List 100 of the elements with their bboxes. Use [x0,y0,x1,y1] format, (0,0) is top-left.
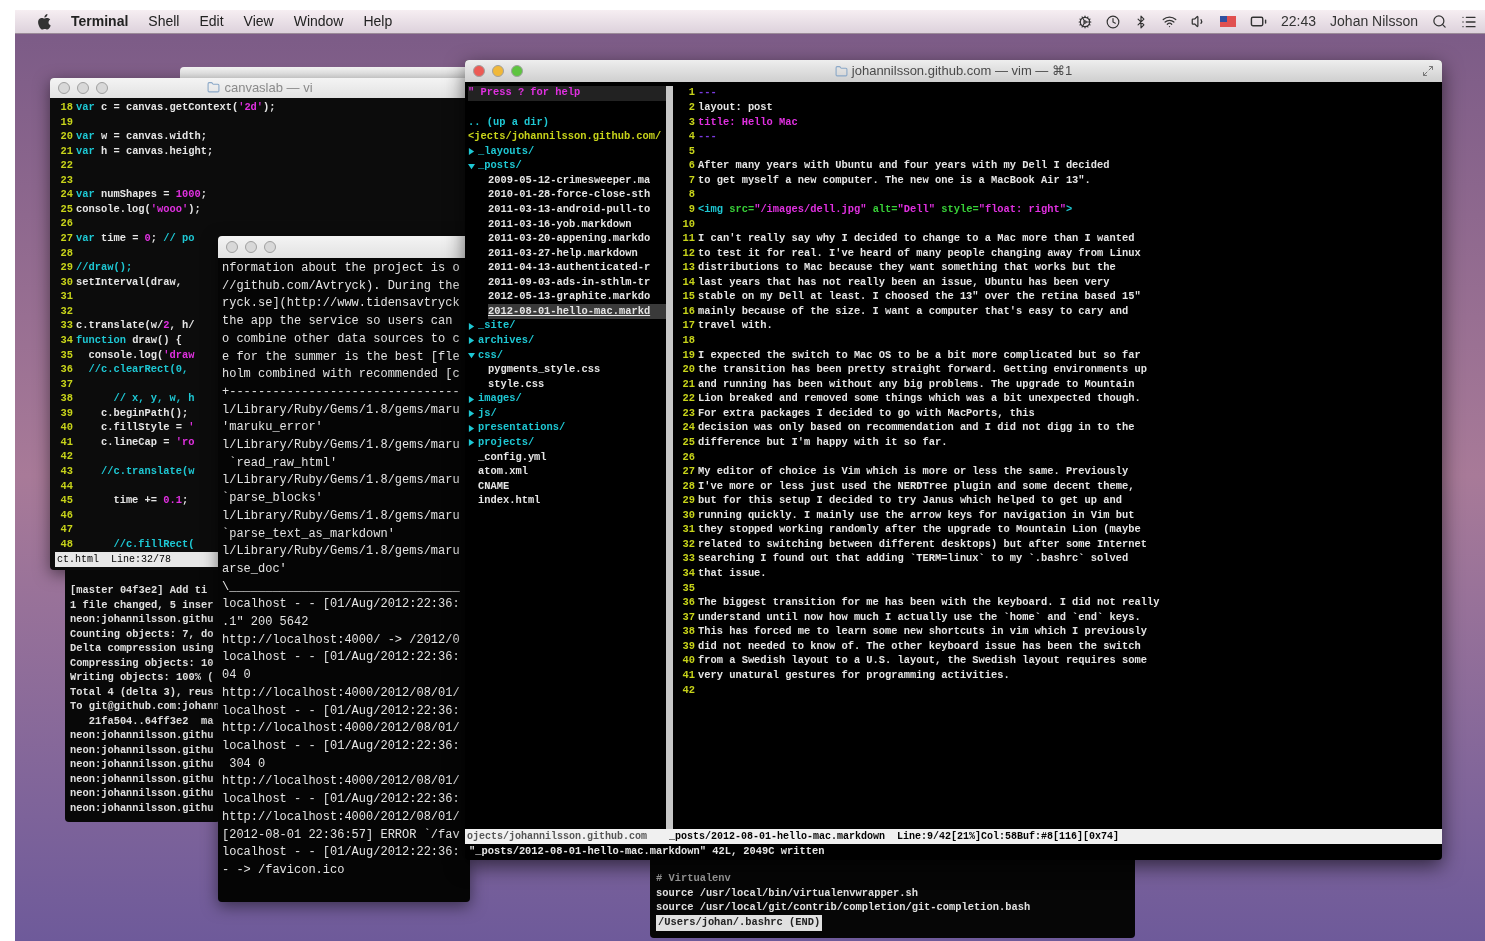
line-number: 37 [681,609,695,625]
file-item[interactable]: 2011-04-13-authenticated-r [488,260,666,276]
folder-item[interactable]: archives/ [468,333,666,349]
code-line: This has forced me to learn some new shortcuts in vim which I previously [698,624,1147,640]
line-number: 42 [681,682,695,698]
file-item[interactable]: 2012-05-13-graphite.markdo [488,289,666,305]
file-item[interactable]: index.html [468,493,666,509]
parent-directory-item[interactable]: .. (up a dir) [468,115,666,130]
line-number: 28 [681,478,695,494]
folder-item[interactable]: images/ [468,391,666,407]
file-item[interactable]: _config.yml [468,450,666,465]
menu-item[interactable]: View [243,11,274,32]
terminal-line: holm combined with recommended [c [222,366,461,384]
folder-item[interactable]: presentations/ [468,420,666,436]
line-number: 9 [687,202,695,217]
line-number: 24 [59,187,73,203]
fullscreen-icon[interactable] [1422,65,1434,77]
menu-item[interactable]: Help [363,11,393,32]
file-item[interactable]: pygments_style.css [488,362,666,378]
file-item[interactable]: 2011-03-13-android-pull-to [488,202,666,218]
folder-item[interactable]: _layouts/ [468,144,666,159]
folder-item[interactable]: projects/ [468,435,666,451]
line-number: 32 [59,303,73,319]
terminal-line: 1 file changed, 5 inser [70,597,215,612]
file-item[interactable]: 2009-05-12-crimesweeper.ma [488,173,666,188]
file-item[interactable]: 2012-08-01-hello-mac.markd [488,304,666,319]
wifi-icon[interactable] [1162,14,1177,29]
line-number: 37 [59,376,73,392]
terminal-line: `parse_text_as_markdown' [222,525,396,543]
code-line: For extra packages I decided to go with MacPorts, this [698,405,1035,421]
file-item[interactable]: 2011-09-03-ads-in-sthlm-tr [488,275,666,290]
file-item[interactable]: style.css [488,377,666,392]
line-number: 29 [59,260,73,276]
folder-item[interactable]: js/ [468,406,666,421]
menu-item[interactable]: Shell [148,11,180,32]
terminal-line: To git@github.com:johann [70,699,220,714]
window-zoom-button[interactable] [264,241,276,253]
code-line: console.log('draw [87,347,195,363]
terminal-line: http://localhost:4000/2012/08/01/ [222,684,461,702]
terminal-line: Counting objects: 7, do [70,626,215,641]
terminal-line: l/Library/Ruby/Gems/1.8/gems/maru [222,401,461,419]
folder-item[interactable]: _site/ [468,319,666,334]
terminal-line: `parse_blocks' [222,490,324,508]
line-number: 1 [687,85,695,101]
file-item[interactable]: atom.xml [468,464,666,480]
code-line: last years that has not really been an issue, Ubuntu has been very [698,274,1110,290]
apple-icon[interactable] [37,13,51,30]
line-number: 31 [59,289,73,305]
search-icon[interactable] [1432,14,1447,29]
window-zoom-button[interactable] [96,81,108,94]
window-zoom-button[interactable] [511,65,523,77]
window-minimize-button[interactable] [245,241,257,253]
line-number: 24 [681,420,695,436]
file-item[interactable]: 2011-03-27-help.markdown [488,246,666,261]
folder-icon [207,81,221,95]
gear-icon[interactable] [1078,14,1092,29]
file-item[interactable]: 2010-01-28-force-close-sth [488,187,666,203]
terminal-line: [master 04f3e2] Add ti [70,583,209,598]
file-item[interactable]: 2011-03-20-appening.markdo [488,231,666,247]
terminal-line: localhost - - [01/Aug/2012:22:36: [222,596,461,614]
folder-item[interactable]: css/ [468,348,666,363]
window-close-button[interactable] [473,65,485,77]
code-line: c.lineCap = 'ro [99,434,195,450]
code-line: var c = canvas.getContext('2d'); [76,100,276,115]
line-number: 20 [681,362,695,378]
file-item[interactable]: 2011-03-16-yob.markdown [488,217,666,232]
menu-item[interactable]: Edit [199,11,224,32]
terminal-line: localhost - - [01/Aug/2012:22:36: [222,649,461,667]
menu-item[interactable]: Window [293,11,344,32]
line-number: 26 [59,216,73,232]
menu-clock[interactable]: 22:43 [1281,11,1317,32]
line-number: 29 [681,493,695,509]
line-number: 42 [59,449,73,465]
file-item[interactable]: CNAME [468,479,666,494]
terminal-line: ryck.se](http://www.tidensavtryck [222,295,461,313]
menu-item[interactable]: Terminal [71,11,129,32]
user-name[interactable]: Johan Nilsson [1330,11,1418,32]
code-line: difference but I'm happy with it so far. [698,435,948,450]
line-number: 21 [681,376,695,392]
help-hint: " Press ? for help [468,85,581,101]
window-minimize-button[interactable] [492,65,504,77]
line-number: 34 [59,333,73,348]
line-number: 6 [687,158,695,174]
line-number: 41 [681,668,695,683]
code-line: related to switching between different desktops) but after some Internet [698,536,1147,552]
vim-command-line: "_posts/2012-08-01-hello-mac.markdown" 42L, 2049C written [468,844,826,858]
folder-item[interactable]: _posts/ [468,158,666,174]
code-line: travel with. [698,318,773,334]
terminal-line: .1" 200 5642 [222,614,310,632]
code-line: var time = 0; // po [76,231,195,247]
code-line: stable on my Dell at least. I choosed the 13" over the retina based 15" [698,289,1141,305]
code-line: var h = canvas.height; [76,143,214,159]
code-line: mainly because of the size. I want a computer that's easy to cary and [698,303,1129,319]
window-minimize-button[interactable] [77,81,89,94]
clock-icon[interactable] [1106,14,1120,29]
flag-icon[interactable] [1220,16,1236,27]
terminal-line: http://localhost:4000/2012/08/01/ [222,808,461,826]
window-close-button[interactable] [226,241,238,253]
line-number: 40 [681,653,695,669]
window-close-button[interactable] [58,81,70,94]
